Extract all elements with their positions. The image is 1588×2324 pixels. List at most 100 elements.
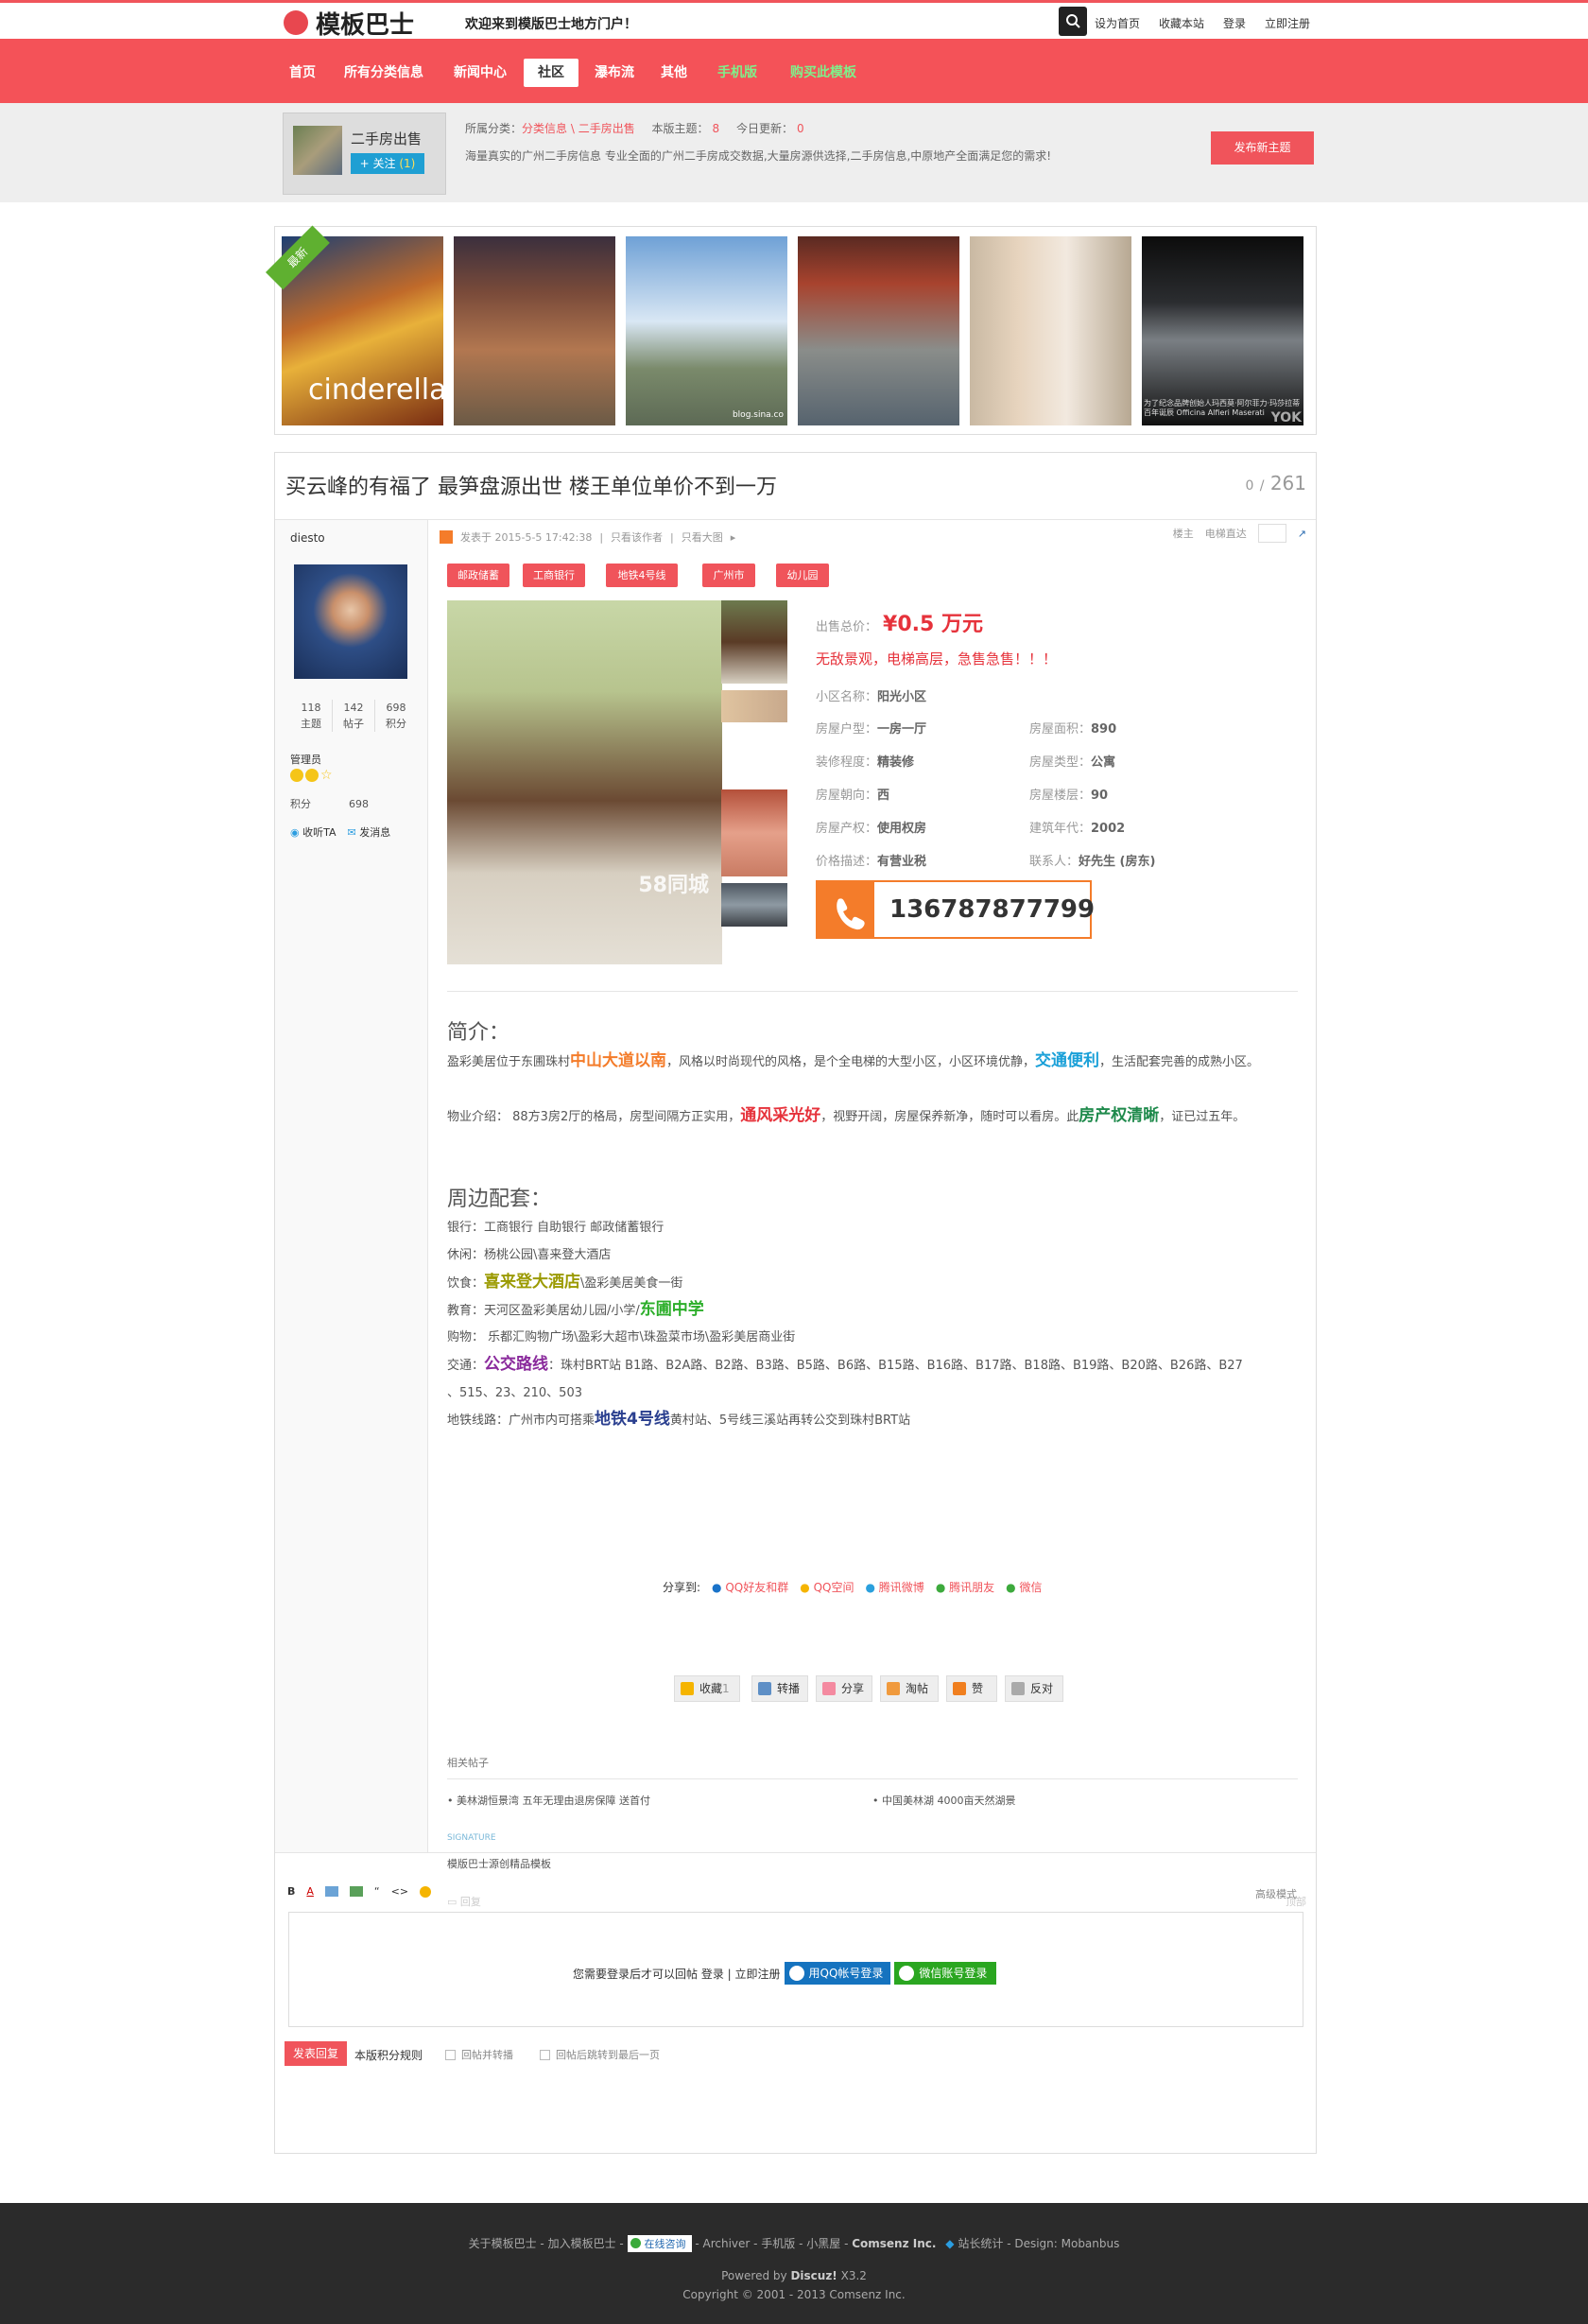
jump-last-checkbox[interactable] [540, 2049, 550, 2060]
register-link[interactable]: 立即注册 [1265, 15, 1310, 31]
share-label: 腾讯微博 [878, 1581, 924, 1594]
tag-icbc[interactable]: 工商银行 [523, 564, 585, 587]
gallery-image-3[interactable]: blog.sina.co [626, 236, 787, 425]
nav-buy-template[interactable]: 购买此模板 [781, 59, 866, 87]
breadcrumb[interactable]: 分类信息 \ 二手房出售 [522, 122, 635, 135]
quote-icon[interactable]: “ [374, 1885, 380, 1898]
bold-icon[interactable]: B [287, 1885, 295, 1898]
login-link[interactable]: 登录 [1223, 15, 1246, 31]
repost-checkbox[interactable] [445, 2049, 456, 2060]
floor-input[interactable] [1257, 524, 1286, 543]
set-homepage-link[interactable]: 设为首页 [1095, 15, 1140, 31]
tag-metro-line4[interactable]: 地铁4号线 [606, 564, 678, 587]
stat-topics[interactable]: 118 主题 [290, 700, 333, 732]
gallery-image-2[interactable] [454, 236, 615, 425]
points-label: 积分 [290, 798, 311, 810]
phone-box[interactable]: 136787877799 [816, 880, 1095, 939]
jump-last-option[interactable]: 回帖后跳转到最后一页 [540, 2047, 660, 2062]
repost-option[interactable]: 回帖并转播 [445, 2047, 513, 2062]
nearby-text: \盈彩美居美食一街 [580, 1276, 683, 1291]
weibo-icon: ● [865, 1581, 875, 1594]
submit-reply-button[interactable]: 发表回复 [285, 2041, 347, 2066]
thumb-4[interactable] [721, 883, 787, 927]
nav-news[interactable]: 新闻中心 [446, 59, 514, 87]
price-row: 出售总价： ¥0.5 万元 [816, 607, 983, 637]
share-tencent-weibo[interactable]: ● 腾讯微博 [865, 1579, 923, 1595]
image-icon[interactable] [324, 1886, 338, 1897]
favorite-button[interactable]: 收藏1 [674, 1675, 740, 1702]
qq-login-button[interactable]: 用QQ帐号登录 [784, 1962, 891, 1985]
bookmark-link[interactable]: 收藏本站 [1159, 15, 1204, 31]
related-item-text: 中国美林湖 4000亩天然湖景 [882, 1795, 1016, 1807]
share-button[interactable]: 分享 [816, 1675, 872, 1702]
footer-links: 关于模板巴士 - 加入模板巴士 - 在线咨询 - Archiver - 手机版 … [0, 2235, 1588, 2252]
thumb-1[interactable] [721, 600, 787, 684]
new-topic-button[interactable]: 发布新主题 [1211, 131, 1314, 165]
share-tencent-friends[interactable]: ● 腾讯朋友 [936, 1579, 994, 1595]
font-color-icon[interactable]: A [306, 1885, 314, 1898]
go-icon[interactable]: ↗ [1298, 528, 1306, 540]
advanced-mode-link[interactable]: 高级模式 [1255, 1886, 1297, 1901]
avatar[interactable] [294, 564, 407, 679]
field-label: 房屋面积： [1029, 722, 1092, 737]
related-item-2[interactable]: • 中国美林湖 4000亩天然湖景 [872, 1793, 1016, 1808]
footer-text[interactable]: 关于模板巴士 - 加入模板巴士 - [469, 2237, 628, 2250]
only-author-link[interactable]: 只看该作者 [611, 529, 663, 545]
follow-button[interactable]: + 关注 (1) [351, 153, 424, 174]
nav-all-categories[interactable]: 所有分类信息 [338, 59, 429, 87]
star-icon: ☆ [320, 768, 333, 783]
stat-posts[interactable]: 142 帖子 [333, 700, 375, 732]
nearby-traffic: 交通：公交路线：珠村BRT站 B1路、B2A路、B2路、B3路、B5路、B6路、… [447, 1351, 1298, 1407]
rules-link[interactable]: 本版积分规则 [354, 2047, 423, 2063]
emoji-icon[interactable] [420, 1885, 432, 1898]
thumb-2[interactable] [721, 690, 787, 722]
nav-waterfall[interactable]: 瀑布流 [588, 59, 641, 87]
listen-link[interactable]: ◉ 收听TA [290, 824, 337, 840]
code-icon[interactable]: <> [391, 1885, 408, 1898]
favorite-label: 收藏 [699, 1682, 723, 1695]
nav-community[interactable]: 社区 [524, 59, 578, 87]
like-button[interactable]: 赞 [946, 1675, 997, 1702]
nav-mobile[interactable]: 手机版 [711, 59, 764, 87]
rank-icons: ☆ [290, 769, 333, 782]
collect-button[interactable]: 淘帖 [880, 1675, 939, 1702]
nav-home[interactable]: 首页 [282, 59, 323, 87]
stat-points[interactable]: 698 积分 [375, 700, 417, 732]
link-icon[interactable] [349, 1886, 363, 1897]
forum-card: 二手房出售 + 关注 (1) [283, 113, 446, 195]
thumb-3[interactable] [721, 789, 787, 876]
gallery-image-6[interactable]: 为了纪念品牌创始人玛西莫·阿尔菲力·玛莎拉蒂百年诞辰 Officina Alfi… [1142, 236, 1303, 425]
main-photo[interactable]: 58同城 [447, 600, 722, 964]
tag-guangzhou[interactable]: 广州市 [702, 564, 755, 587]
footer-stats-link[interactable]: 站长统计 [958, 2237, 1003, 2250]
repost-button[interactable]: 转播 [751, 1675, 808, 1702]
dislike-button[interactable]: 反对 [1005, 1675, 1063, 1702]
share-qzone[interactable]: ● QQ空间 [800, 1579, 854, 1595]
star-icon [681, 1682, 694, 1695]
forum-title: 二手房出售 [351, 130, 423, 147]
footer-company[interactable]: Comsenz Inc. [852, 2237, 936, 2250]
message-link[interactable]: ✉ 发消息 [348, 824, 391, 840]
share-qq-friends[interactable]: ● QQ好友和群 [712, 1579, 788, 1595]
related-item-1[interactable]: • 美林湖恒景湾 五年无理由退房保障 送首付 [447, 1793, 650, 1808]
tag-postal-savings[interactable]: 邮政储蓄 [447, 564, 509, 587]
reply-link[interactable]: ▭ 回复 [447, 1894, 481, 1909]
footer-text[interactable]: - Archiver - 手机版 - 小黑屋 - [695, 2237, 852, 2250]
gallery-image-5[interactable] [970, 236, 1131, 425]
only-big-image-link[interactable]: 只看大图 [682, 529, 723, 545]
author-name[interactable]: diesto [290, 531, 325, 545]
footer: 关于模板巴士 - 加入模板巴士 - 在线咨询 - Archiver - 手机版 … [0, 2203, 1588, 2324]
headline: 无敌景观，电梯高层，急售急售！！！ [816, 650, 1058, 668]
nav-other[interactable]: 其他 [654, 59, 694, 87]
mail-icon: ✉ [347, 826, 356, 839]
search-button[interactable] [1059, 7, 1087, 36]
tag-kindergarten[interactable]: 幼儿园 [776, 564, 829, 587]
discuz-link[interactable]: Discuz! [790, 2269, 837, 2282]
reply-textarea[interactable]: 您需要登录后才可以回帖 登录 | 立即注册 用QQ帐号登录 微信账号登录 [288, 1912, 1303, 2027]
site-logo[interactable]: 模板巴士 [284, 9, 414, 40]
count-separator: / [1259, 478, 1265, 494]
online-consult-button[interactable]: 在线咨询 [627, 2235, 692, 2252]
wechat-login-button[interactable]: 微信账号登录 [894, 1962, 997, 1985]
gallery-image-4[interactable] [798, 236, 959, 425]
share-wechat[interactable]: ● 微信 [1006, 1579, 1042, 1595]
